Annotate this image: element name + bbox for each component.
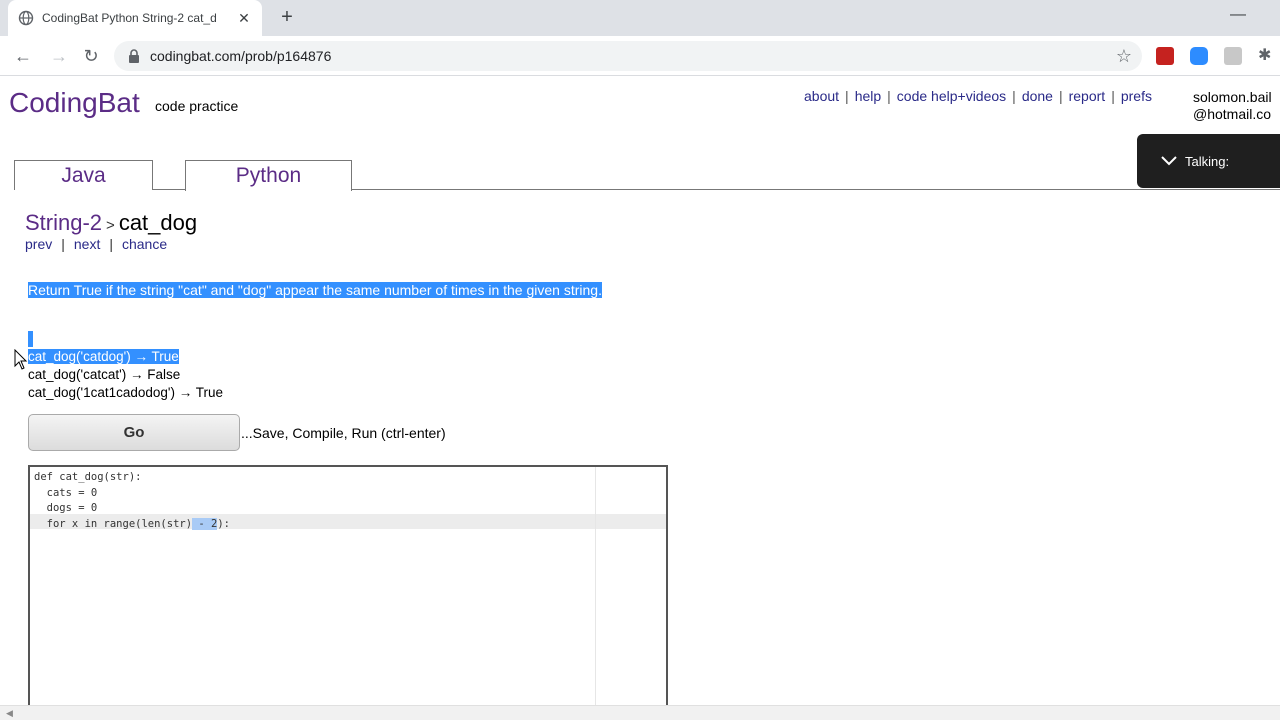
problem-description: Return True if the string "cat" and "dog… [28, 282, 638, 299]
code-line: for x in range(len(str) - 2): [34, 517, 230, 530]
code-line: dogs = 0 [34, 502, 98, 514]
go-hint: ...Save, Compile, Run (ctrl-enter) [241, 425, 446, 441]
example-item: cat_dog('catcat') → False [28, 367, 181, 382]
link-help[interactable]: help [855, 88, 881, 104]
page-content: CodingBat code practice about | help | code … [0, 77, 1280, 705]
forward-icon[interactable]: → [48, 45, 70, 67]
link-code-help-videos[interactable]: code help+videos [897, 88, 1006, 104]
browser-tab[interactable]: CodingBat Python String-2 cat_d ✕ [8, 0, 262, 36]
link-prev[interactable]: prev [25, 236, 52, 252]
zoom-extension-icon[interactable] [1190, 47, 1208, 65]
example-item: cat_dog('1cat1cadodog') → True [28, 385, 224, 400]
site-tagline: code practice [155, 98, 239, 114]
selection-caret [28, 331, 33, 347]
user-email: solomon.bail @hotmail.co [1193, 89, 1272, 123]
problem-nav: prev | next | chance [25, 236, 168, 252]
tab-title: CodingBat Python String-2 cat_d [42, 11, 217, 25]
bookmark-star-icon[interactable]: ☆ [1116, 46, 1132, 67]
print-margin [595, 467, 596, 705]
address-bar[interactable]: codingbat.com/prob/p164876 ☆ [114, 41, 1142, 71]
site-logo[interactable]: CodingBat [9, 87, 140, 119]
chevron-down-icon [1161, 156, 1177, 166]
code-line: cats = 0 [34, 486, 98, 499]
example-item: cat_dog('catdog') → True [28, 349, 179, 364]
code-text[interactable]: def cat_dog(str): cats = 0 dogs = 0 for … [34, 470, 230, 532]
tab-java[interactable]: Java [14, 160, 153, 190]
problem-title: cat_dog [118, 210, 198, 235]
browser-tabstrip: CodingBat Python String-2 cat_d ✕ + — [0, 0, 1280, 36]
link-done[interactable]: done [1022, 88, 1053, 104]
browser-toolbar: ← → ↻ codingbat.com/prob/p164876 ☆ ✱ [0, 36, 1280, 76]
link-about[interactable]: about [804, 88, 839, 104]
reload-icon[interactable]: ↻ [80, 45, 102, 67]
grey-extension-icon[interactable] [1224, 47, 1242, 65]
go-button[interactable]: Go [28, 414, 240, 451]
breadcrumb-section[interactable]: String-2 [25, 210, 102, 235]
pdf-extension-icon[interactable] [1156, 47, 1174, 65]
extensions-puzzle-icon[interactable]: ✱ [1258, 47, 1276, 65]
scroll-left-icon[interactable]: ◀ [6, 708, 13, 719]
mouse-cursor-icon [14, 349, 28, 370]
talking-label: Talking: [1185, 153, 1230, 169]
url-text: codingbat.com/prob/p164876 [150, 48, 332, 64]
link-chance[interactable]: chance [122, 236, 167, 252]
breadcrumb: String-2 > cat_dog [25, 210, 198, 235]
top-links: about | help | code help+videos | done | report |… [804, 88, 1152, 104]
user-email-line2: @hotmail.co [1193, 106, 1272, 122]
close-tab-icon[interactable]: ✕ [236, 10, 252, 27]
user-email-line1: solomon.bail [1193, 89, 1272, 105]
talking-widget[interactable]: Talking: [1137, 134, 1280, 188]
lock-icon [129, 49, 139, 63]
back-icon[interactable]: ← [12, 45, 34, 67]
problem-description-text: Return True if the string "cat" and "dog… [28, 282, 602, 298]
code-editor[interactable]: def cat_dog(str): cats = 0 dogs = 0 for … [28, 465, 668, 705]
link-next[interactable]: next [74, 236, 100, 252]
globe-icon [18, 10, 34, 26]
link-report[interactable]: report [1069, 88, 1106, 104]
new-tab-icon[interactable]: + [276, 6, 298, 28]
horizontal-scrollbar[interactable]: ◀ [0, 705, 1280, 720]
minimize-icon[interactable]: — [1230, 6, 1246, 24]
tab-python[interactable]: Python [185, 160, 352, 191]
link-prefs[interactable]: prefs [1121, 88, 1152, 104]
code-selection: - 2 [192, 517, 218, 530]
examples-list: cat_dog('catdog') → True cat_dog('catcat… [28, 348, 223, 402]
code-line: def cat_dog(str): [34, 471, 142, 483]
